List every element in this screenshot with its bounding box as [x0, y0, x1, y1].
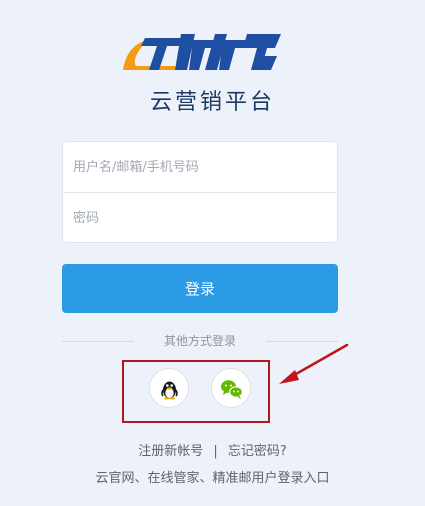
login-button[interactable]: 登录	[62, 264, 338, 313]
account-links: 注册新帐号 | 忘记密码?	[0, 440, 425, 459]
wechat-icon	[221, 380, 243, 399]
username-input[interactable]	[63, 142, 337, 192]
qq-login-button[interactable]	[149, 368, 189, 408]
annotation-arrow	[279, 343, 349, 384]
brand-subtitle: 云营销平台	[149, 90, 275, 115]
login-form	[62, 141, 338, 243]
link-separator: |	[213, 444, 218, 459]
footer-text: 云官网、在线管家、精准邮用户登录入口	[95, 471, 330, 486]
wechat-login-button[interactable]	[211, 368, 251, 408]
brand-logo	[123, 34, 281, 70]
password-input[interactable]	[63, 193, 337, 243]
forgot-password-link[interactable]: 忘记密码?	[228, 444, 287, 459]
register-link[interactable]: 注册新帐号	[138, 444, 203, 459]
qq-penguin-icon	[161, 381, 178, 400]
